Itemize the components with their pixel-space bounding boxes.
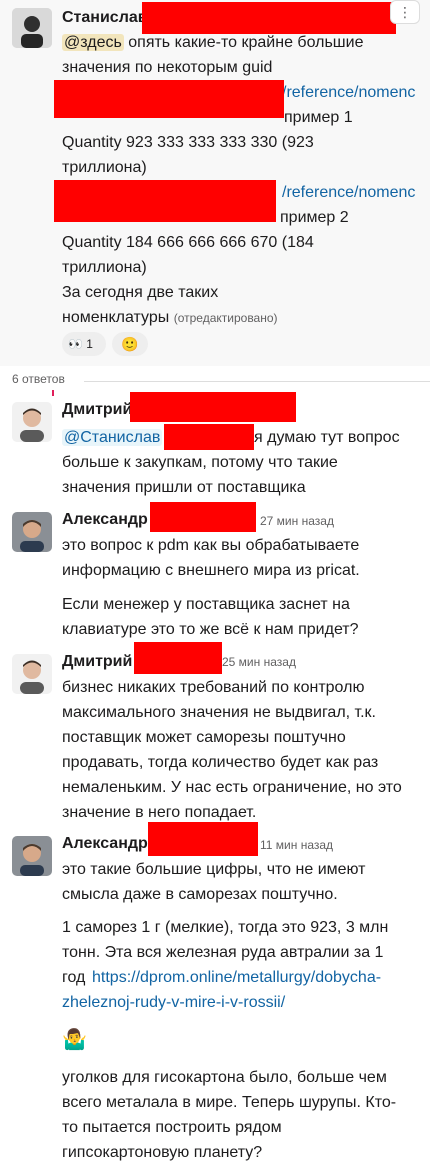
message-line: бизнес никаких требований по контролю: [62, 679, 365, 696]
message-line: смысла даже в саморезах поштучно.: [62, 886, 338, 903]
author-name[interactable]: Дмитрий: [62, 652, 132, 672]
reaction-count: 1: [86, 337, 93, 351]
message-line: поставщик может саморезы поштучно: [62, 729, 346, 746]
message-line: уголков для гисокартона было, больше чем: [62, 1069, 387, 1086]
redacted-block: [164, 424, 254, 450]
new-marker: [52, 390, 54, 396]
message-link[interactable]: /reference/nomenc: [282, 80, 415, 105]
redacted-block: [54, 80, 284, 118]
message-line: немаленьким. У нас есть ограничение, но …: [62, 779, 402, 796]
timestamp[interactable]: 11 мин назад: [260, 835, 333, 855]
message-line: Quantity 184 666 666 666 670 (184: [62, 234, 314, 251]
message-line: триллиона): [62, 259, 147, 276]
avatar[interactable]: [12, 8, 52, 48]
add-reaction-icon: 🙂: [121, 336, 139, 352]
parent-message: Станислав ⋮ @здесь опять какие-то крайне…: [0, 0, 430, 366]
message-line: больше к закупкам, потому что такие: [62, 454, 338, 471]
avatar[interactable]: [12, 402, 52, 442]
message-line: это такие большие цифры, что не имеют: [62, 861, 366, 878]
message-line: пример 2: [280, 209, 349, 226]
redacted-block: [130, 392, 296, 422]
message-line: триллиона): [62, 159, 147, 176]
message-line: номенклатуры (отредактировано): [62, 309, 278, 326]
message-line: @здесь опять какие-то крайне большие: [62, 34, 364, 51]
message-line: это вопрос к pdm как вы обрабатываете: [62, 537, 360, 554]
author-name[interactable]: Александр: [62, 510, 148, 530]
add-reaction-button[interactable]: 🙂: [112, 332, 148, 356]
eyes-icon: 👀: [68, 337, 83, 351]
edited-label: (отредактировано): [173, 311, 278, 325]
avatar-image: [12, 512, 52, 552]
avatar-image: [12, 8, 52, 48]
redacted-block: [150, 502, 256, 532]
avatar[interactable]: [12, 654, 52, 694]
message-link[interactable]: zheleznoj-rudy-v-mire-i-v-rossii/: [62, 990, 285, 1015]
message-line: гипсокартоновую планету?: [62, 1144, 263, 1161]
message-line: @Станислав: [62, 425, 163, 450]
timestamp[interactable]: 27 мин назад: [260, 511, 334, 531]
avatar-image: [12, 402, 52, 442]
message-line: всего металала в мире. Теперь шурупы. Кт…: [62, 1094, 397, 1111]
message-line: 1 саморез 1 г (мелкие), тогда это 923, 3…: [62, 919, 389, 936]
avatar-image: [12, 654, 52, 694]
message-link[interactable]: /reference/nomenc: [282, 180, 415, 205]
author-name[interactable]: Станислав: [62, 8, 148, 28]
avatar[interactable]: [12, 836, 52, 876]
message-line: максимального значения не выдвигал, т.к.: [62, 704, 376, 721]
author-name[interactable]: Дмитрий: [62, 400, 132, 420]
message-line: продавать, тогда количество будет как ра…: [62, 754, 379, 771]
message-line: Если менежер у поставщика заснет на: [62, 596, 350, 613]
avatar[interactable]: [12, 512, 52, 552]
message-line: пример 1: [284, 109, 353, 126]
redacted-block: [134, 642, 222, 674]
message-line: информацию с внешнего мира из pricat.: [62, 562, 360, 579]
message-line: Quantity 923 333 333 333 330 (923: [62, 134, 314, 151]
message-line: значения пришли от поставщика: [62, 479, 306, 496]
message-line: тонн. Эта вся железная руда автралии за …: [62, 944, 384, 961]
message-line: За сегодня две таких: [62, 284, 219, 301]
redacted-block: [148, 822, 258, 856]
author-name[interactable]: Александр: [62, 834, 148, 854]
replies-count: 6 ответов: [12, 372, 65, 386]
more-actions-button[interactable]: ⋮: [390, 0, 420, 24]
shrug-icon: 🤷‍♂️: [62, 1029, 87, 1051]
reaction-eyes[interactable]: 👀 1: [62, 332, 106, 356]
redacted-block: [54, 180, 276, 222]
message-line: год: [62, 969, 86, 986]
divider-line: [84, 381, 430, 382]
timestamp[interactable]: 25 мин назад: [222, 652, 296, 672]
message-line: то пытается построить рядом: [62, 1119, 282, 1136]
mention-user[interactable]: @Станислав: [62, 429, 163, 446]
message-line: я думаю тут вопрос: [254, 429, 400, 446]
message-link[interactable]: https://dprom.online/metallurgy/dobycha-: [92, 965, 381, 990]
mention-here[interactable]: @здесь: [62, 34, 124, 51]
message-line: значения по некоторым guid: [62, 59, 273, 76]
message-line: клавиатуре это то же всё к нам придет?: [62, 621, 359, 638]
replies-divider: 6 ответов: [0, 366, 430, 396]
avatar-image: [12, 836, 52, 876]
